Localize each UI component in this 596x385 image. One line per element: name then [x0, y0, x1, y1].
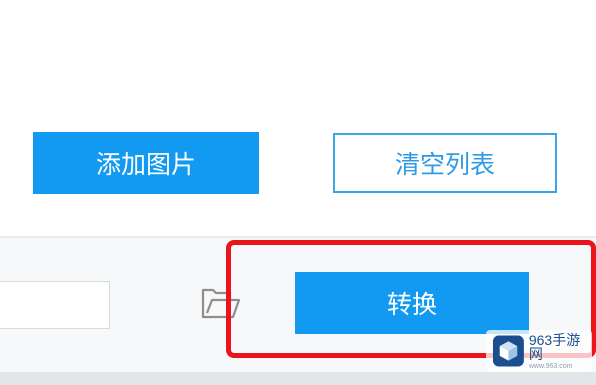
folder-open-icon[interactable]: [200, 285, 242, 323]
watermark-logo: 963手游网 www.963.com: [486, 330, 592, 372]
convert-button[interactable]: 转换: [295, 272, 529, 334]
output-path-input[interactable]: [0, 281, 110, 329]
bottom-strip: [0, 372, 596, 385]
watermark-cube-icon: [492, 335, 524, 367]
clear-list-button[interactable]: 清空列表: [333, 133, 557, 193]
watermark-url: www.963.com: [528, 362, 573, 370]
top-panel: [0, 0, 596, 236]
watermark-title: 963手游网: [528, 331, 581, 362]
add-image-button[interactable]: 添加图片: [33, 132, 259, 194]
